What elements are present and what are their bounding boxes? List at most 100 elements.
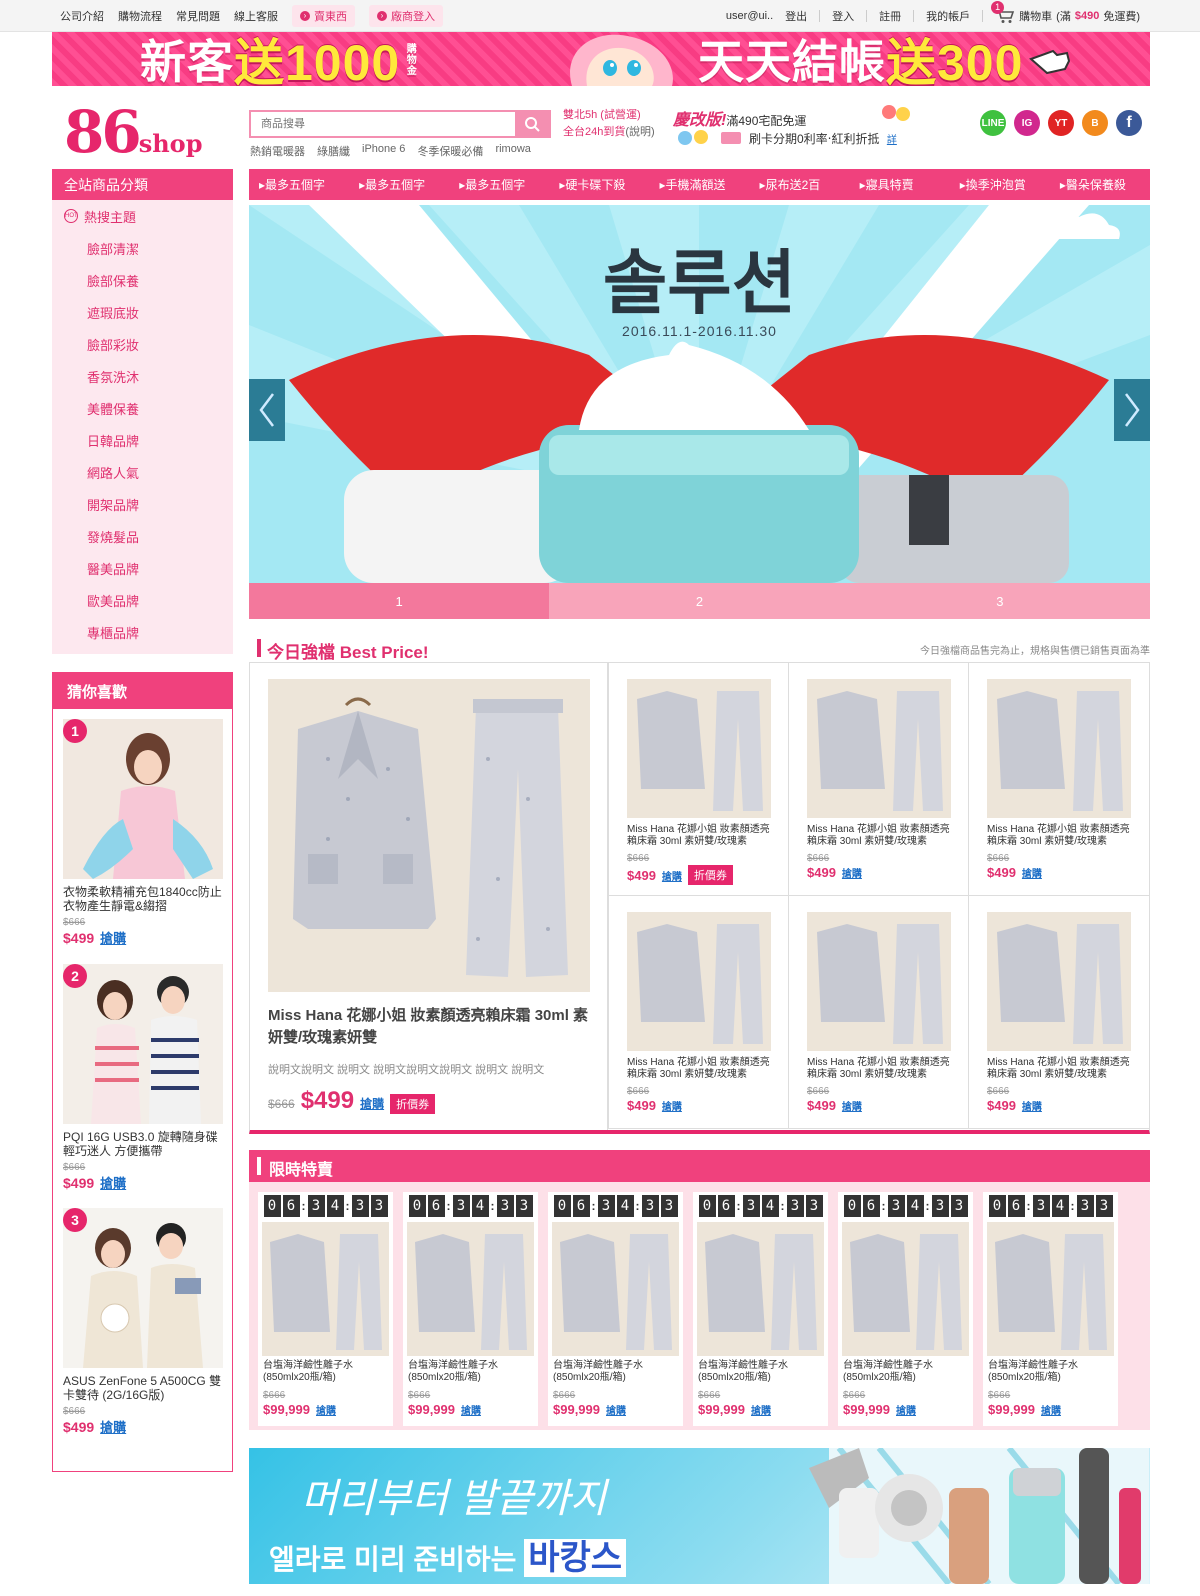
buy-link[interactable]: 搶購	[606, 1402, 626, 1417]
hot-keyword[interactable]: 冬季保暖必備	[417, 143, 483, 159]
category-nav-item[interactable]: ▸換季沖泡賞	[950, 169, 1050, 200]
product-image[interactable]: 2	[63, 964, 223, 1124]
recommend-item[interactable]: 1 衣物柔軟精補充包1840cc防止衣物產生靜電&縐摺 $666 $499 搶購	[63, 719, 223, 947]
sidebar-item[interactable]: 臉部清潔	[52, 232, 233, 264]
category-nav-item[interactable]: ▸寢具特賣	[850, 169, 950, 200]
hot-keyword[interactable]: 熱銷電暖器	[250, 143, 305, 159]
product-card[interactable]: Miss Hana 花娜小姐 妝素顏透亮賴床霜 30ml 素妍雙/玫瑰素 $66…	[788, 663, 968, 896]
product-image[interactable]	[552, 1222, 679, 1356]
product-image[interactable]	[627, 679, 771, 818]
sidebar-item[interactable]: 發燒髮品	[52, 520, 233, 552]
product-image[interactable]	[807, 912, 951, 1051]
hot-keyword[interactable]: rimowa	[495, 143, 530, 159]
product-name[interactable]: 台塩海洋鹼性離子水(850mlx20瓶/箱)	[263, 1360, 391, 1384]
site-logo[interactable]: 86shop	[64, 98, 224, 168]
line-icon[interactable]: LINE	[980, 110, 1006, 136]
instagram-icon[interactable]: IG	[1014, 110, 1040, 136]
sidebar-item[interactable]: 日韓品牌	[52, 424, 233, 456]
sidebar-item[interactable]: 網路人氣	[52, 456, 233, 488]
sidebar-item[interactable]: 美體保養	[52, 392, 233, 424]
search-button[interactable]	[515, 112, 549, 136]
flash-sale-card[interactable]: 0 6:3 4:3 3 台塩海洋鹼性離子水(850mlx20瓶/箱) $666 $99,99…	[403, 1192, 538, 1426]
buy-link[interactable]: 搶購	[100, 1420, 126, 1435]
product-name[interactable]: Miss Hana 花娜小姐 妝素顏透亮賴床霜 30ml 素妍雙/玫瑰素	[987, 1057, 1137, 1081]
sidebar-item[interactable]: 歐美品牌	[52, 584, 233, 616]
login-link[interactable]: 登入	[832, 8, 854, 24]
coupon-badge[interactable]: 折價券	[390, 1094, 436, 1114]
product-image[interactable]	[987, 912, 1131, 1051]
buy-link[interactable]: 搶購	[316, 1402, 336, 1417]
category-nav-item[interactable]: ▸最多五個字	[249, 169, 349, 200]
buy-link[interactable]: 搶購	[842, 865, 862, 880]
product-image[interactable]	[987, 679, 1131, 818]
product-card[interactable]: Miss Hana 花娜小姐 妝素顏透亮賴床霜 30ml 素妍雙/玫瑰素 $66…	[968, 663, 1149, 896]
logout-link[interactable]: 登出	[785, 8, 807, 24]
product-image[interactable]: 3	[63, 1208, 223, 1368]
buy-link[interactable]: 搶購	[100, 1176, 126, 1191]
flash-sale-card[interactable]: 0 6:3 4:3 3 台塩海洋鹼性離子水(850mlx20瓶/箱) $666 $99,99…	[693, 1192, 828, 1426]
sidebar-item[interactable]: 香氛洗沐	[52, 360, 233, 392]
product-name[interactable]: 台塩海洋鹼性離子水(850mlx20瓶/箱)	[698, 1360, 826, 1384]
top-link-service[interactable]: 線上客服	[234, 8, 278, 24]
flash-sale-card[interactable]: 0 6:3 4:3 3 台塩海洋鹼性離子水(850mlx20瓶/箱) $666 $99,99…	[258, 1192, 393, 1426]
product-image[interactable]	[627, 912, 771, 1051]
product-name[interactable]: Miss Hana 花娜小姐 妝素顏透亮賴床霜 30ml 素妍雙/玫瑰素	[627, 1057, 777, 1081]
flash-sale-card[interactable]: 0 6:3 4:3 3 台塩海洋鹼性離子水(850mlx20瓶/箱) $666 $99,99…	[548, 1192, 683, 1426]
featured-product[interactable]: Miss Hana 花娜小姐 妝素顏透亮賴床霜 30ml 素妍雙/玫瑰素妍雙 說…	[250, 663, 608, 1130]
category-nav-item[interactable]: ▸最多五個字	[349, 169, 449, 200]
buy-link[interactable]: 搶購	[662, 868, 682, 883]
sidebar-item[interactable]: 臉部彩妝	[52, 328, 233, 360]
vendor-login-button[interactable]: › 廠商登入	[369, 5, 443, 27]
recommend-item[interactable]: 3 ASUS ZenFone 5 A500CG 雙卡雙待 (2G/16G版) $…	[63, 1208, 223, 1436]
buy-link[interactable]: 搶購	[662, 1098, 682, 1113]
shipping-ad[interactable]: 慶改版!滿490宅配免運 刷卡分期0利率‧紅利折抵 詳	[669, 102, 918, 150]
sidebar-item-hot[interactable]: HOT 熱搜主題	[52, 200, 233, 232]
coupon-badge[interactable]: 折價券	[687, 865, 733, 885]
register-link[interactable]: 註冊	[879, 8, 901, 24]
sell-button[interactable]: › 賣東西	[292, 5, 355, 27]
buy-link[interactable]: 搶購	[1022, 1098, 1042, 1113]
sidebar-item[interactable]: 專櫃品牌	[52, 616, 233, 648]
facebook-icon[interactable]: f	[1116, 110, 1142, 136]
product-image[interactable]	[987, 1222, 1114, 1356]
product-name[interactable]: Miss Hana 花娜小姐 妝素顏透亮賴床霜 30ml 素妍雙/玫瑰素	[627, 824, 777, 848]
buy-link[interactable]: 搶購	[1022, 865, 1042, 880]
sidebar-item[interactable]: 開架品牌	[52, 488, 233, 520]
category-nav-item[interactable]: ▸硬卡碟下殺	[549, 169, 649, 200]
buy-link[interactable]: 搶購	[461, 1402, 481, 1417]
product-card[interactable]: Miss Hana 花娜小姐 妝素顏透亮賴床霜 30ml 素妍雙/玫瑰素 $66…	[788, 896, 968, 1129]
product-image[interactable]: 1	[63, 719, 223, 879]
top-link-process[interactable]: 購物流程	[118, 8, 162, 24]
shipping-info-link[interactable]: (說明)	[625, 126, 654, 138]
product-card[interactable]: Miss Hana 花娜小姐 妝素顏透亮賴床霜 30ml 素妍雙/玫瑰素 $66…	[968, 896, 1149, 1129]
product-image[interactable]	[807, 679, 951, 818]
sidebar-item[interactable]: 遮瑕底妝	[52, 296, 233, 328]
account-link[interactable]: 我的帳戶	[926, 8, 970, 24]
search-input[interactable]	[251, 112, 515, 136]
product-name[interactable]: 衣物柔軟精補充包1840cc防止衣物產生靜電&縐摺	[63, 885, 223, 913]
product-name[interactable]: 台塩海洋鹼性離子水(850mlx20瓶/箱)	[988, 1360, 1116, 1384]
youtube-icon[interactable]: YT	[1048, 110, 1074, 136]
bottom-banner[interactable]: 머리부터 발끝까지 엘라로 미리 준비하는 바캉스	[249, 1448, 1150, 1584]
product-name[interactable]: 台塩海洋鹼性離子水(850mlx20瓶/箱)	[553, 1360, 681, 1384]
product-image[interactable]	[262, 1222, 389, 1356]
cart-link[interactable]: 1 購物車 (滿 $490 免運費)	[991, 1, 1140, 24]
hot-keyword[interactable]: 綠膳纖	[317, 143, 350, 159]
product-name[interactable]: 台塩海洋鹼性離子水(850mlx20瓶/箱)	[843, 1360, 971, 1384]
sidebar-item[interactable]: 醫美品牌	[52, 552, 233, 584]
product-name[interactable]: PQI 16G USB3.0 旋轉隨身碟 輕巧迷人 方便攜帶	[63, 1130, 223, 1158]
carousel-tab-active[interactable]: 1	[249, 583, 550, 619]
buy-link[interactable]: 搶購	[751, 1402, 771, 1417]
product-card[interactable]: Miss Hana 花娜小姐 妝素顏透亮賴床霜 30ml 素妍雙/玫瑰素 $66…	[608, 663, 788, 896]
hero-carousel[interactable]: 솔루션 2016.11.1-2016.11.30	[249, 205, 1150, 583]
top-link-faq[interactable]: 常見問題	[176, 8, 220, 24]
hot-keyword[interactable]: iPhone 6	[362, 143, 405, 159]
recommend-item[interactable]: 2 PQI 16G USB3.0 旋轉隨身碟 輕巧迷人 方便攜帶 $666 $4…	[63, 964, 223, 1192]
buy-link[interactable]: 搶購	[100, 931, 126, 946]
product-name[interactable]: Miss Hana 花娜小姐 妝素顏透亮賴床霜 30ml 素妍雙/玫瑰素	[807, 824, 957, 848]
product-name[interactable]: Miss Hana 花娜小姐 妝素顏透亮賴床霜 30ml 素妍雙/玫瑰素妍雙	[268, 1005, 590, 1049]
carousel-next-button[interactable]	[1114, 379, 1150, 441]
top-link-about[interactable]: 公司介紹	[60, 8, 104, 24]
buy-link[interactable]: 搶購	[842, 1098, 862, 1113]
carousel-tab[interactable]: 2	[549, 583, 850, 619]
